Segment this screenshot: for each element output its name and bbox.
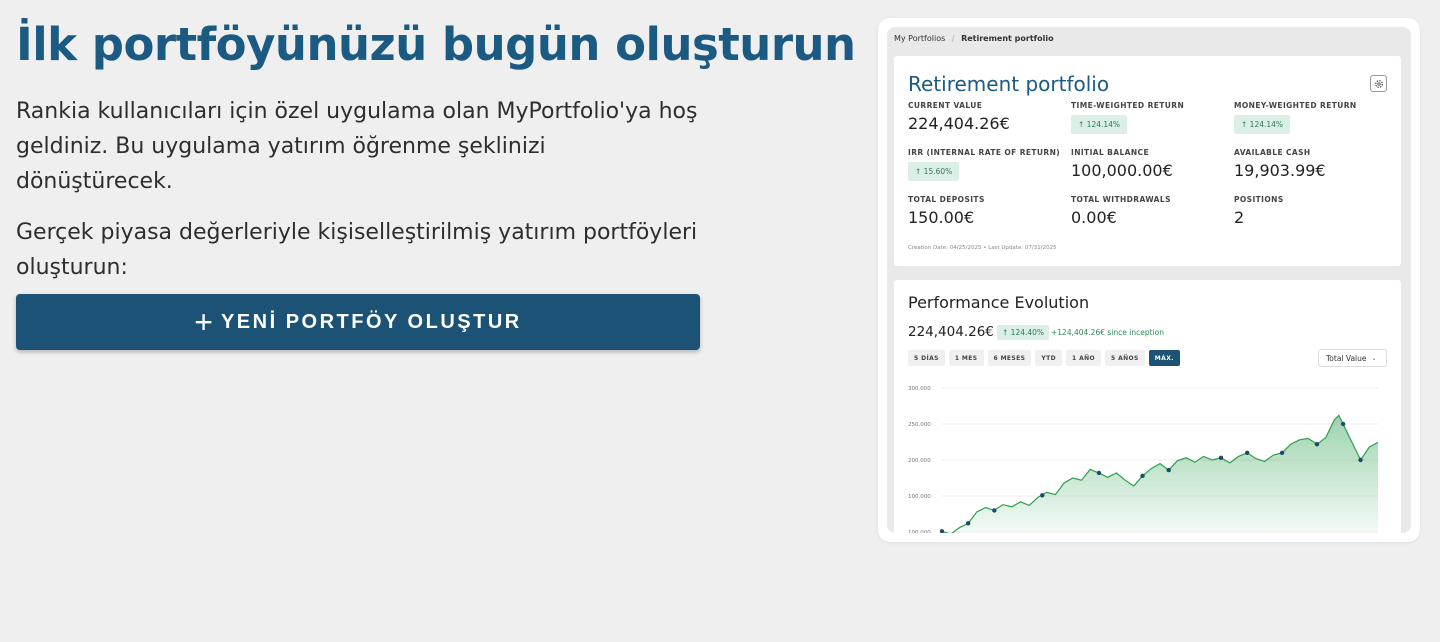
portfolio-summary-panel: Retirement portfolio CURRENT VALUE 224,4… <box>894 56 1401 266</box>
plus-icon: + <box>194 304 213 340</box>
gear-glyph <box>1374 79 1383 88</box>
transaction-marker[interactable] <box>1314 441 1320 447</box>
metric-value: 19,903.99€ <box>1234 161 1326 180</box>
metric-value: 2 <box>1234 208 1245 227</box>
preview-card: My Portfolios / Retirement portfolio Ret… <box>878 18 1420 542</box>
transaction-marker[interactable] <box>1096 470 1102 476</box>
range-selector: 5 DÍAS 1 MES 6 MESES YTD 1 AÑO 5 AÑOS MÁX. <box>908 350 1180 366</box>
breadcrumb-root[interactable]: My Portfolios <box>894 34 945 43</box>
range-button[interactable]: 5 DÍAS <box>908 350 945 366</box>
transaction-marker[interactable] <box>1279 450 1285 455</box>
metric-value: 224,404.26€ <box>908 114 1010 133</box>
y-tick-label: 300.000 <box>908 386 931 392</box>
portfolio-title: Retirement portfolio <box>908 72 1110 96</box>
range-button[interactable]: YTD <box>1035 350 1062 366</box>
range-button[interactable]: 1 MES <box>948 350 984 366</box>
metric-label: MONEY-WEIGHTED RETURN <box>1234 101 1357 110</box>
arrow-up-icon: ↑ <box>1078 120 1087 129</box>
hero-intro-secondary: Gerçek piyasa değerleriyle kişiselleştir… <box>16 220 698 280</box>
range-button[interactable]: MÁX. <box>1148 350 1180 366</box>
range-button[interactable]: 1 AÑO <box>1066 350 1102 366</box>
performance-badge: ↑ 124.40% <box>997 325 1050 340</box>
preview-frame: My Portfolios / Retirement portfolio Ret… <box>887 27 1411 533</box>
transaction-marker[interactable] <box>1040 493 1045 498</box>
performance-panel: Performance Evolution 224,404.26€ ↑ 124.… <box>894 280 1401 533</box>
y-tick-label: 250.000 <box>908 422 931 428</box>
performance-title: Performance Evolution <box>908 293 1090 312</box>
breadcrumb-separator: / <box>951 34 955 43</box>
metric-positions: POSITIONS 2 <box>1234 195 1284 227</box>
metric-label: IRR (INTERNAL RATE OF RETURN) <box>908 148 1061 157</box>
hero-section: İlk portföyünüzü bugün oluşturun Rankia … <box>16 16 856 285</box>
breadcrumb-current: Retirement portfolio <box>961 34 1054 43</box>
metric-label: POSITIONS <box>1234 195 1284 204</box>
metric-total-deposits: TOTAL DEPOSITS 150.00€ <box>908 195 985 227</box>
performance-since: +124,404.26€ since inception <box>1051 328 1164 337</box>
y-tick-label: 200.000 <box>908 458 931 464</box>
transaction-marker[interactable] <box>965 521 971 526</box>
portfolio-dates: Creation Date: 04/25/2025 • Last Update:… <box>908 245 1057 251</box>
transaction-marker[interactable] <box>1218 455 1224 461</box>
metric-label: TOTAL DEPOSITS <box>908 195 985 204</box>
metric-current-value: CURRENT VALUE 224,404.26€ <box>908 101 1010 133</box>
metric-value: 100,000.00€ <box>1071 161 1173 180</box>
transaction-marker[interactable] <box>939 529 945 533</box>
y-tick-label: 100.000 <box>908 530 931 533</box>
metric-label: TOTAL WITHDRAWALS <box>1071 195 1171 204</box>
transaction-marker[interactable] <box>1166 467 1171 473</box>
metric-label: TIME-WEIGHTED RETURN <box>1071 101 1185 110</box>
arrow-up-icon: ↑ <box>1241 120 1250 129</box>
arrow-up-icon: ↑ <box>1002 328 1011 337</box>
range-button[interactable]: 5 AÑOS <box>1105 350 1145 366</box>
performance-chart: 300.000 250.000 200.000 100.000 100.000 <box>908 386 1379 533</box>
metric-initial-balance: INITIAL BALANCE 100,000.00€ <box>1071 148 1173 180</box>
metric-select[interactable]: Total Value ⌄ <box>1318 349 1387 367</box>
transaction-marker[interactable] <box>1358 457 1363 463</box>
return-badge: ↑ 124.14% <box>1071 115 1128 134</box>
create-portfolio-label: YENİ PORTFÖY OLUŞTUR <box>220 310 522 333</box>
arrow-up-icon: ↑ <box>915 167 924 176</box>
performance-value: 224,404.26€ <box>908 324 994 340</box>
transaction-marker[interactable] <box>992 508 997 513</box>
y-tick-label: 100.000 <box>908 494 931 500</box>
hero-intro: Rankia kullanıcıları için özel uygulama … <box>16 99 698 194</box>
return-badge: ↑ 124.14% <box>1234 115 1291 134</box>
metric-value: 150.00€ <box>908 208 975 227</box>
metric-label: AVAILABLE CASH <box>1234 148 1311 157</box>
metric-available-cash: AVAILABLE CASH 19,903.99€ <box>1234 148 1326 180</box>
metric-select-value: Total Value <box>1326 353 1367 363</box>
metric-time-weighted-return: TIME-WEIGHTED RETURN ↑ 124.14% <box>1071 101 1184 134</box>
breadcrumb: My Portfolios / Retirement portfolio <box>894 34 1054 43</box>
metric-value: 0.00€ <box>1071 208 1117 227</box>
hero-title: İlk portföyünüzü bugün oluşturun <box>16 18 856 71</box>
chevron-down-icon: ⌄ <box>1371 354 1377 362</box>
metric-total-withdrawals: TOTAL WITHDRAWALS 0.00€ <box>1071 195 1171 227</box>
create-portfolio-button[interactable]: + YENİ PORTFÖY OLUŞTUR <box>16 294 700 350</box>
metric-label: CURRENT VALUE <box>908 101 983 110</box>
metric-money-weighted-return: MONEY-WEIGHTED RETURN ↑ 124.14% <box>1234 101 1357 134</box>
metric-irr: IRR (INTERNAL RATE OF RETURN) ↑ 15.60% <box>908 148 1060 181</box>
return-badge: ↑ 15.60% <box>908 162 960 181</box>
transaction-marker[interactable] <box>1245 450 1250 455</box>
series-area <box>942 415 1378 533</box>
transaction-marker[interactable] <box>1340 421 1346 427</box>
metric-label: INITIAL BALANCE <box>1071 148 1149 157</box>
gear-icon[interactable] <box>1370 75 1387 92</box>
transaction-marker[interactable] <box>1140 473 1145 479</box>
range-button[interactable]: 6 MESES <box>987 350 1032 366</box>
